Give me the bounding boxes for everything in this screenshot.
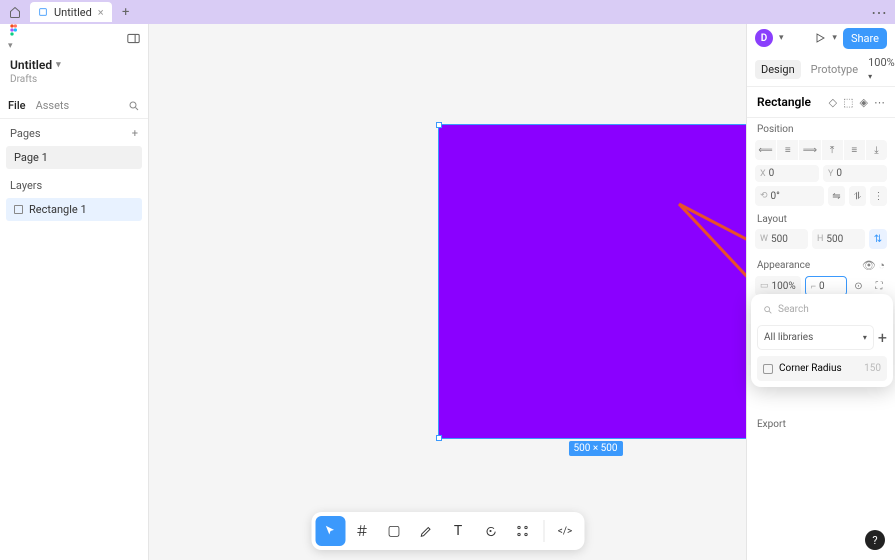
tab-assets[interactable]: Assets xyxy=(36,99,70,112)
chevron-down-icon[interactable]: ▾ xyxy=(779,33,784,43)
tab-file[interactable]: File xyxy=(8,99,26,112)
opacity-input[interactable]: ▭100% xyxy=(755,276,801,296)
resize-handle[interactable] xyxy=(436,435,442,441)
rotation-input[interactable]: ⟲0° xyxy=(755,186,824,206)
layers-label: Layers xyxy=(10,179,42,192)
align-vcenter-icon[interactable]: ≡ xyxy=(844,140,866,160)
more-icon[interactable]: ⋯ xyxy=(874,96,885,109)
variable-icon[interactable]: ⊙ xyxy=(851,276,867,296)
help-button[interactable]: ? xyxy=(865,530,885,550)
more-icon[interactable]: ⋯ xyxy=(867,3,891,22)
search-icon[interactable] xyxy=(128,100,140,112)
layer-item[interactable]: Rectangle 1 xyxy=(6,198,142,221)
actions-tool[interactable] xyxy=(507,516,537,546)
library-select[interactable]: All libraries▾ xyxy=(757,325,874,350)
export-label[interactable]: Export xyxy=(757,419,786,430)
flip-h-icon[interactable]: ⇋ xyxy=(828,186,846,206)
selection-name: Rectangle xyxy=(757,95,811,109)
individual-corners-icon[interactable]: ⛶ xyxy=(871,276,887,296)
pen-tool[interactable] xyxy=(411,516,441,546)
component-icon[interactable]: ⬚ xyxy=(843,96,853,109)
main-menu-button[interactable]: ▾ xyxy=(8,24,20,52)
layer-name: Rectangle 1 xyxy=(29,203,87,216)
new-tab-button[interactable]: + xyxy=(116,5,136,20)
align-right-icon[interactable]: ⟹ xyxy=(799,140,821,160)
search-placeholder: Search xyxy=(778,304,809,315)
share-button[interactable]: Share xyxy=(843,28,887,49)
frame-tool[interactable]: ＃ xyxy=(347,516,377,546)
text-tool[interactable]: T xyxy=(443,516,473,546)
shape-tool[interactable]: ▢ xyxy=(379,516,409,546)
align-hcenter-icon[interactable]: ≡ xyxy=(777,140,799,160)
avatar[interactable]: D xyxy=(755,29,773,47)
file-name[interactable]: Untitled▾ xyxy=(10,58,138,72)
left-panel: ▾ Untitled▾ Drafts File Assets Pages + P… xyxy=(0,24,149,560)
pages-label: Pages xyxy=(10,127,41,140)
variable-name: Corner Radius xyxy=(779,363,842,374)
add-variable-icon[interactable]: + xyxy=(878,328,887,347)
panel-toggle-icon[interactable] xyxy=(127,33,140,44)
appearance-label: Appearance xyxy=(757,260,810,271)
tab-title: Untitled xyxy=(54,6,92,19)
zoom-level[interactable]: 100% ▾ xyxy=(868,56,895,82)
align-bottom-icon[interactable]: ⤓ xyxy=(866,140,887,160)
height-input[interactable]: H500 xyxy=(812,229,865,249)
rectangle-icon xyxy=(14,205,23,214)
title-bar: Untitled × + ⋯ xyxy=(0,0,895,24)
tab-close-icon[interactable]: × xyxy=(98,6,104,19)
add-page-icon[interactable]: + xyxy=(132,127,138,140)
layout-label: Layout xyxy=(747,208,895,227)
tab-prototype[interactable]: Prototype xyxy=(811,63,858,76)
reset-icon[interactable]: ◈ xyxy=(860,96,868,109)
dropdown-search[interactable]: Search xyxy=(757,300,887,319)
chevron-down-icon[interactable]: ▾ xyxy=(832,33,837,43)
dimension-label: 500 × 500 xyxy=(568,441,622,456)
tab-design[interactable]: Design xyxy=(755,60,801,79)
selected-shape[interactable]: 500 × 500 xyxy=(438,124,753,439)
width-input[interactable]: W500 xyxy=(755,229,808,249)
bottom-toolbar: ＃ ▢ T </> xyxy=(311,512,584,550)
team-name[interactable]: Drafts xyxy=(10,74,138,85)
dev-mode-toggle[interactable]: </> xyxy=(550,516,580,546)
present-icon[interactable] xyxy=(814,32,826,44)
constrain-icon[interactable]: ⇅ xyxy=(869,229,887,249)
position-label: Position xyxy=(747,118,895,137)
variable-item[interactable]: Corner Radius 150 xyxy=(757,356,887,381)
visibility-icon[interactable]: 👁 xyxy=(862,259,876,272)
align-left-icon[interactable]: ⟸ xyxy=(755,140,777,160)
align-top-icon[interactable]: ⤒ xyxy=(822,140,844,160)
right-panel: D ▾ ▾ Share Design Prototype 100% ▾ Rect… xyxy=(746,24,895,560)
canvas[interactable]: 500 × 500 ＃ ▢ T </> xyxy=(149,24,746,560)
variable-dropdown: Search All libraries▾ + Corner Radius 15… xyxy=(751,294,893,387)
align-icon[interactable]: ◇ xyxy=(829,96,837,109)
y-input[interactable]: Y0 xyxy=(823,165,887,182)
flip-v-icon[interactable]: ⥮ xyxy=(849,186,867,206)
document-tab[interactable]: Untitled × xyxy=(30,2,112,22)
variable-icon xyxy=(763,364,773,374)
page-item[interactable]: Page 1 xyxy=(6,146,142,169)
more-transform-icon[interactable]: ⋮ xyxy=(870,186,887,206)
corner-radius-input[interactable]: ⌐0 xyxy=(805,276,847,296)
home-icon[interactable] xyxy=(4,1,26,23)
blend-icon[interactable]: ◔ xyxy=(878,259,885,272)
move-tool[interactable] xyxy=(315,516,345,546)
x-input[interactable]: X0 xyxy=(755,165,819,182)
comment-tool[interactable] xyxy=(475,516,505,546)
resize-handle[interactable] xyxy=(436,122,442,128)
variable-value: 150 xyxy=(864,363,881,374)
